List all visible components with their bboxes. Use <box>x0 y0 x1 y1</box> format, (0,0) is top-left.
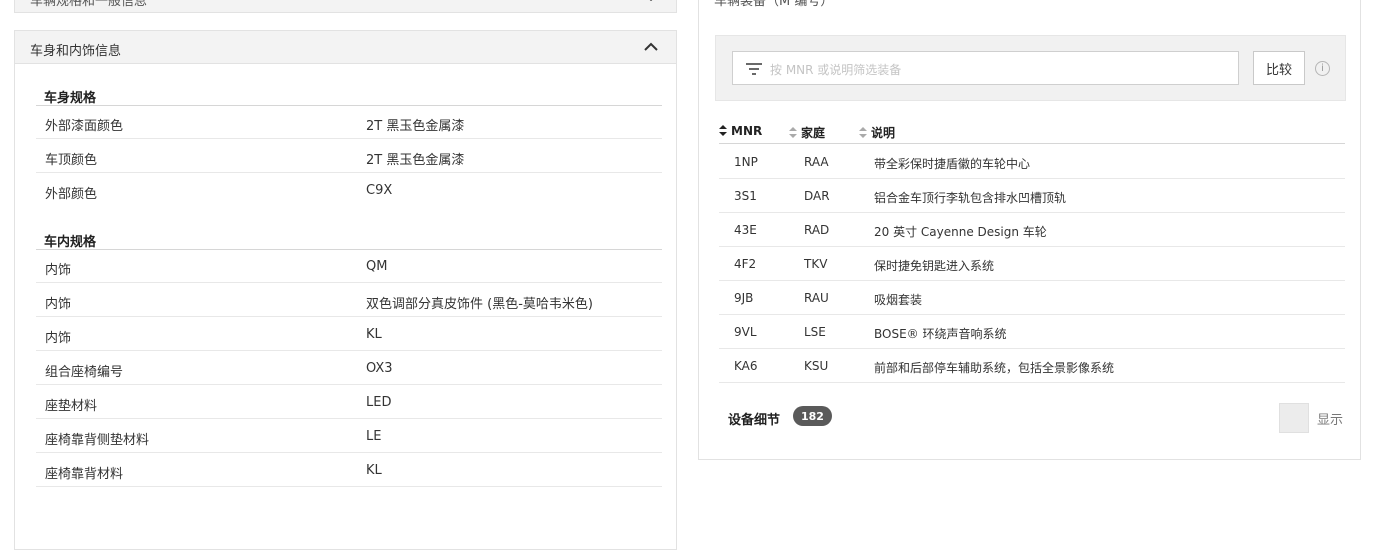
sort-icon <box>719 125 727 136</box>
spec-row: 座椅靠背材料 KL <box>36 453 662 487</box>
family-cell: RAD <box>804 223 830 237</box>
spec-row: 组合座椅编号 OX3 <box>36 351 662 385</box>
filter-input[interactable]: 按 MNR 或说明筛选装备 <box>732 51 1239 85</box>
description-cell: 保时捷免钥匙进入系统 <box>874 259 995 273</box>
table-row[interactable]: 3S1 DAR 铝合金车顶行李轨包含排水凹槽顶轨 <box>719 179 1345 213</box>
spec-value: 2T 黑玉色金属漆 <box>366 119 465 134</box>
column-label: MNR <box>731 124 763 138</box>
spec-value: LE <box>366 429 382 444</box>
spec-key: 座椅靠背侧垫材料 <box>45 433 150 448</box>
spec-value: 双色调部分真皮饰件 (黑色-莫哈韦米色) <box>366 297 593 312</box>
family-cell: LSE <box>804 325 826 339</box>
column-label: 说明 <box>871 126 896 140</box>
mnr-cell: 9JB <box>734 291 754 305</box>
spec-value: LED <box>366 395 392 410</box>
column-header-family[interactable]: 家庭 <box>789 124 825 141</box>
equipment-details-label: 设备细节 <box>728 413 781 428</box>
spec-row: 内饰 QM <box>36 249 662 283</box>
spec-value: QM <box>366 259 388 274</box>
spec-row: 内饰 双色调部分真皮饰件 (黑色-莫哈韦米色) <box>36 283 662 317</box>
spec-row: 外部漆面颜色 2T 黑玉色金属漆 <box>36 105 662 139</box>
spec-key: 座垫材料 <box>45 399 98 414</box>
table-row[interactable]: 9JB RAU 吸烟套装 <box>719 281 1345 315</box>
spec-value: KL <box>366 463 382 478</box>
mnr-cell: 4F2 <box>734 257 757 271</box>
spec-value: OX3 <box>366 361 393 376</box>
mnr-cell: KA6 <box>734 359 758 373</box>
description-cell: BOSE® 环绕声音响系统 <box>874 327 1007 341</box>
body-interior-section: 车身和内饰信息 车身规格 外部漆面颜色 2T 黑玉色金属漆 车顶颜色 2T 黑玉… <box>14 30 677 550</box>
spec-value: C9X <box>366 183 393 198</box>
table-row[interactable]: 43E RAD 20 英寸 Cayenne Design 车轮 <box>719 213 1345 247</box>
description-cell: 吸烟套装 <box>874 293 923 307</box>
spec-row: 座椅靠背侧垫材料 LE <box>36 419 662 453</box>
column-label: 家庭 <box>801 126 826 140</box>
spec-key: 内饰 <box>45 297 72 312</box>
description-cell: 带全彩保时捷盾徽的车轮中心 <box>874 157 1031 171</box>
spec-value: 2T 黑玉色金属漆 <box>366 153 465 168</box>
family-cell: KSU <box>804 359 829 373</box>
equipment-header[interactable]: 车辆装备（M 编号） <box>699 0 1360 14</box>
spec-key: 车顶颜色 <box>45 153 98 168</box>
family-cell: TKV <box>804 257 828 271</box>
spec-value: KL <box>366 327 382 342</box>
section-title: 车身和内饰信息 <box>30 44 122 59</box>
chevron-up-icon[interactable] <box>644 42 658 51</box>
column-header-mnr[interactable]: MNR <box>719 124 762 138</box>
description-cell: 20 英寸 Cayenne Design 车轮 <box>874 225 1047 239</box>
count-badge: 182 <box>793 406 832 426</box>
description-cell: 铝合金车顶行李轨包含排水凹槽顶轨 <box>874 191 1067 205</box>
table-row[interactable]: 1NP RAA 带全彩保时捷盾徽的车轮中心 <box>719 145 1345 179</box>
mnr-cell: 3S1 <box>734 189 757 203</box>
equipment-title: 车辆装备（M 编号） <box>714 0 834 9</box>
mnr-cell: 9VL <box>734 325 757 339</box>
spec-row: 外部颜色 C9X <box>36 173 662 207</box>
filter-placeholder: 按 MNR 或说明筛选装备 <box>770 63 902 77</box>
chevron-icon: ⌄ <box>646 0 656 4</box>
filter-bar: 按 MNR 或说明筛选装备 比较 i <box>715 35 1346 101</box>
group-title-body: 车身规格 <box>44 91 97 106</box>
body-interior-header[interactable]: 车身和内饰信息 <box>15 31 676 64</box>
sort-icon <box>859 127 867 138</box>
show-label: 显示 <box>1317 413 1344 428</box>
spec-key: 外部颜色 <box>45 187 98 202</box>
show-details-toggle[interactable] <box>1279 403 1309 433</box>
body-interior-panel: 车辆规格和一般信息 ⌄ 车身和内饰信息 车身规格 外部漆面颜色 2T 黑玉色金属… <box>14 0 677 550</box>
vehicle-spec-header[interactable]: 车辆规格和一般信息 ⌄ <box>14 0 677 13</box>
spec-row: 车顶颜色 2T 黑玉色金属漆 <box>36 139 662 173</box>
table-row[interactable]: 4F2 TKV 保时捷免钥匙进入系统 <box>719 247 1345 281</box>
table-row[interactable]: 9VL LSE BOSE® 环绕声音响系统 <box>719 315 1345 349</box>
info-icon[interactable]: i <box>1315 61 1330 76</box>
mnr-cell: 43E <box>734 223 757 237</box>
family-cell: RAA <box>804 155 829 169</box>
spec-key: 内饰 <box>45 263 72 278</box>
vehicle-spec-title: 车辆规格和一般信息 <box>30 0 148 9</box>
spec-key: 座椅靠背材料 <box>45 467 124 482</box>
table-header: MNR 家庭 说明 <box>719 120 1345 144</box>
group-title-interior: 车内规格 <box>44 235 97 250</box>
table-row[interactable]: KA6 KSU 前部和后部停车辅助系统，包括全景影像系统 <box>719 349 1345 383</box>
spec-key: 外部漆面颜色 <box>45 119 124 134</box>
family-cell: RAU <box>804 291 829 305</box>
spec-row: 座垫材料 LED <box>36 385 662 419</box>
spec-row: 内饰 KL <box>36 317 662 351</box>
filter-icon <box>746 63 762 75</box>
compare-button[interactable]: 比较 <box>1253 51 1305 85</box>
equipment-panel: 车辆装备（M 编号） 按 MNR 或说明筛选装备 比较 i MNR 家庭 说明 … <box>698 0 1361 460</box>
description-cell: 前部和后部停车辅助系统，包括全景影像系统 <box>874 361 1115 375</box>
sort-icon <box>789 127 797 138</box>
mnr-cell: 1NP <box>734 155 758 169</box>
column-header-description[interactable]: 说明 <box>859 124 895 141</box>
spec-key: 组合座椅编号 <box>45 365 124 380</box>
spec-key: 内饰 <box>45 331 72 346</box>
family-cell: DAR <box>804 189 830 203</box>
